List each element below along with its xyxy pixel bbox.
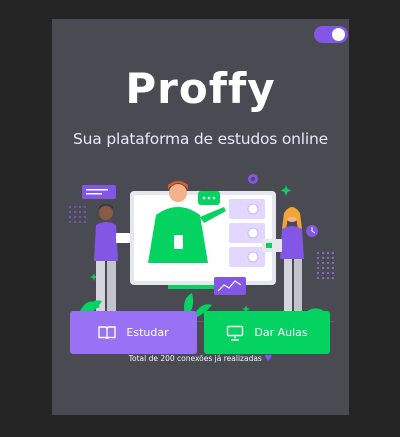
tagline: Sua plataforma de estudos online	[73, 130, 328, 148]
study-button[interactable]: Estudar	[70, 311, 197, 354]
logo: Proffy	[125, 64, 276, 113]
connections-text: Total de 200 conexões já realizadas	[128, 354, 262, 363]
presentation-icon	[227, 325, 244, 341]
hero-illustration	[69, 174, 334, 322]
teach-button-label: Dar Aulas	[254, 326, 308, 339]
study-button-label: Estudar	[126, 326, 169, 339]
connections-footer: Total de 200 conexões já realizadas ♥	[52, 354, 349, 364]
teach-button[interactable]: Dar Aulas	[204, 311, 330, 354]
clock-icon	[306, 225, 318, 237]
chat-card-decoration	[82, 185, 116, 199]
chart-card-decoration	[214, 277, 246, 295]
theme-toggle[interactable]	[314, 26, 348, 43]
dot-grid-decoration	[69, 206, 86, 223]
purple-heart-icon: ♥	[264, 354, 273, 364]
gear-icon	[248, 174, 258, 184]
speech-bubble-decoration	[198, 191, 220, 205]
dot-grid-decoration-right	[317, 252, 334, 279]
landing-screen: Proffy Sua plataforma de estudos online	[52, 19, 349, 415]
toggle-knob	[332, 28, 345, 41]
book-icon	[98, 325, 117, 339]
